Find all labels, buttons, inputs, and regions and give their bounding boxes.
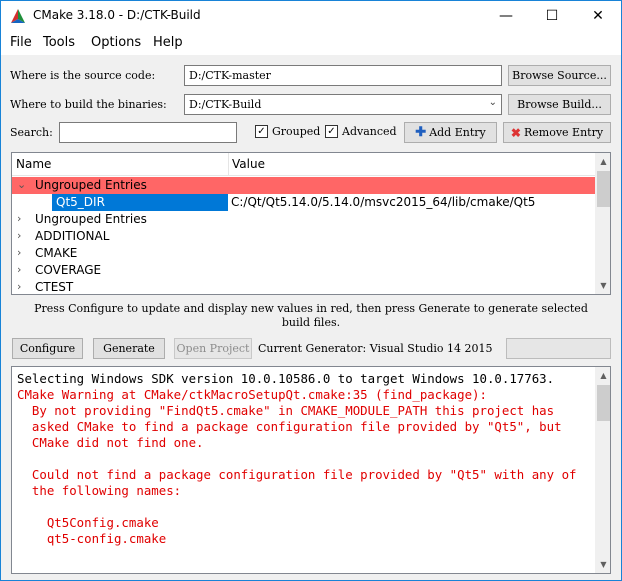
tree-row-name: ADDITIONAL — [35, 229, 110, 243]
grouped-label: Grouped — [272, 125, 321, 138]
hint-text-line1: Press Configure to update and display ne… — [34, 302, 588, 315]
column-header-value[interactable]: Value — [232, 157, 265, 171]
window-title: CMake 3.18.0 - D:/CTK-Build — [33, 8, 201, 22]
tree-row-group[interactable]: › CTEST — [12, 279, 595, 294]
close-button[interactable]: ✕ — [575, 1, 621, 31]
scroll-down-icon[interactable]: ▼ — [595, 277, 610, 294]
menu-help[interactable]: Help — [153, 35, 183, 50]
browse-source-button[interactable]: Browse Source... — [508, 65, 611, 86]
column-separator[interactable] — [228, 153, 229, 175]
log-line: Could not find a package configuration f… — [17, 467, 577, 482]
chevron-right-icon[interactable]: › — [17, 263, 29, 276]
checkmark-icon: ✓ — [325, 125, 338, 138]
advanced-checkbox[interactable]: ✓ Advanced — [325, 125, 397, 138]
close-icon: ✕ — [592, 8, 604, 24]
advanced-label: Advanced — [342, 125, 397, 138]
menu-file[interactable]: File — [10, 35, 32, 50]
tree-row-value[interactable]: C:/Qt/Qt5.14.0/5.14.0/msvc2015_64/lib/cm… — [231, 195, 535, 209]
tree-row-group[interactable]: › COVERAGE — [12, 262, 595, 279]
title-bar[interactable]: CMake 3.18.0 - D:/CTK-Build — ☐ ✕ — [1, 1, 621, 31]
build-path-combo[interactable]: D:/CTK-Build ⌄ — [184, 94, 502, 115]
tree-header: Name Value — [12, 153, 595, 176]
hint-text-line2: build files. — [281, 316, 341, 329]
maximize-button[interactable]: ☐ — [529, 1, 575, 31]
chevron-right-icon[interactable]: › — [17, 280, 29, 293]
progress-bar — [506, 338, 611, 359]
tree-row-name: Qt5_DIR — [56, 195, 105, 209]
scroll-thumb[interactable] — [597, 385, 610, 421]
configure-button[interactable]: Configure — [12, 338, 83, 359]
tree-row-name: Ungrouped Entries — [35, 178, 147, 192]
tree-row-group[interactable]: › Ungrouped Entries — [12, 211, 595, 228]
source-path-input[interactable]: D:/CTK-master — [184, 65, 502, 86]
maximize-icon: ☐ — [545, 8, 559, 24]
tree-row-group[interactable]: ⌄ Ungrouped Entries — [12, 177, 595, 194]
tree-row-name: COVERAGE — [35, 263, 102, 277]
build-label: Where to build the binaries: — [10, 98, 167, 111]
column-header-name[interactable]: Name — [16, 157, 51, 171]
generate-button[interactable]: Generate — [93, 338, 165, 359]
chevron-right-icon[interactable]: › — [17, 212, 29, 225]
current-generator-label: Current Generator: Visual Studio 14 2015 — [258, 342, 493, 355]
scroll-thumb[interactable] — [597, 171, 610, 207]
scroll-down-icon[interactable]: ▼ — [595, 556, 610, 573]
cmake-window: CMake 3.18.0 - D:/CTK-Build — ☐ ✕ File T… — [0, 0, 622, 581]
output-scrollbar[interactable]: ▲ ▼ — [595, 367, 610, 573]
minimize-button[interactable]: — — [483, 1, 529, 31]
menu-tools[interactable]: Tools — [43, 35, 75, 50]
plus-icon: ✚ — [415, 125, 427, 140]
scroll-up-icon[interactable]: ▲ — [595, 367, 610, 384]
tree-row-group[interactable]: › ADDITIONAL — [12, 228, 595, 245]
tree-row-qt5-dir[interactable]: Qt5_DIR C:/Qt/Qt5.14.0/5.14.0/msvc2015_6… — [12, 194, 595, 211]
cmake-logo-icon — [11, 9, 25, 23]
tree-row-name: CTEST — [35, 280, 74, 294]
remove-entry-label: Remove Entry — [523, 126, 604, 139]
checkmark-icon: ✓ — [255, 125, 268, 138]
log-line: CMake Warning at CMake/ctkMacroSetupQt.c… — [17, 387, 487, 402]
source-label: Where is the source code: — [10, 69, 156, 82]
remove-icon: ✖ — [510, 125, 521, 140]
minimize-icon: — — [499, 8, 513, 24]
menu-bar: File Tools Options Help — [1, 31, 621, 55]
tree-scrollbar[interactable]: ▲ ▼ — [595, 153, 610, 294]
search-label: Search: — [10, 126, 53, 139]
output-log[interactable]: Selecting Windows SDK version 10.0.10586… — [11, 366, 611, 574]
log-line: Qt5Config.cmake — [17, 515, 159, 530]
search-input[interactable] — [59, 122, 237, 143]
log-line: the following names: — [17, 483, 182, 498]
chevron-down-icon[interactable]: ⌄ — [17, 178, 29, 191]
add-entry-label: Add Entry — [429, 126, 486, 139]
log-line: qt5-config.cmake — [17, 531, 167, 546]
log-line: CMake did not find one. — [17, 435, 204, 450]
chevron-down-icon[interactable]: ⌄ — [489, 97, 497, 108]
build-path-value: D:/CTK-Build — [189, 98, 262, 111]
open-project-button[interactable]: Open Project — [174, 338, 252, 359]
menu-options[interactable]: Options — [91, 35, 141, 50]
chevron-right-icon[interactable]: › — [17, 229, 29, 242]
log-line: By not providing "FindQt5.cmake" in CMAK… — [17, 403, 555, 418]
remove-entry-button[interactable]: ✖ Remove Entry — [503, 122, 611, 143]
grouped-checkbox[interactable]: ✓ Grouped — [255, 125, 320, 138]
tree-row-name: CMAKE — [35, 246, 78, 260]
log-line: Selecting Windows SDK version 10.0.10586… — [17, 371, 555, 386]
add-entry-button[interactable]: ✚ Add Entry — [404, 122, 497, 143]
scroll-up-icon[interactable]: ▲ — [595, 153, 610, 170]
tree-row-group[interactable]: › CMAKE — [12, 245, 595, 262]
chevron-right-icon[interactable]: › — [17, 246, 29, 259]
cache-tree[interactable]: Name Value ⌄ Ungrouped Entries Qt5_DIR C… — [11, 152, 611, 295]
log-line: asked CMake to find a package configurat… — [17, 419, 562, 434]
browse-build-button[interactable]: Browse Build... — [508, 94, 611, 115]
tree-row-name: Ungrouped Entries — [35, 212, 147, 226]
